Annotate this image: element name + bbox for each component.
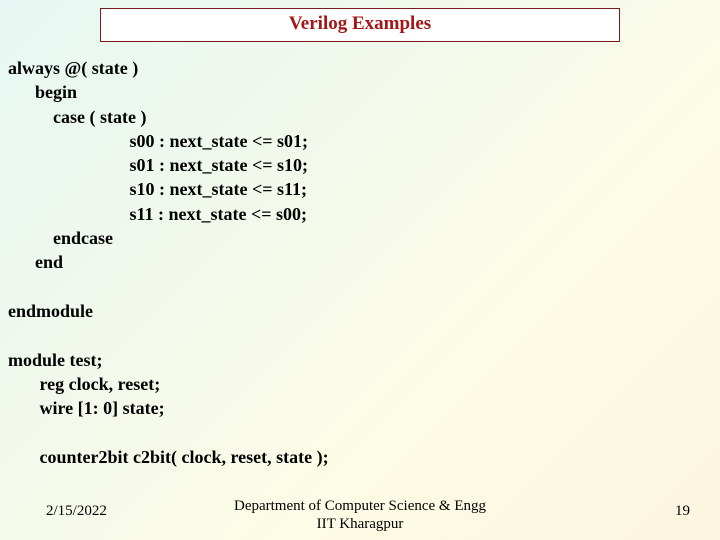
title-box: Verilog Examples xyxy=(100,8,620,42)
footer-line2: IIT Kharagpur xyxy=(317,516,404,532)
slide-title: Verilog Examples xyxy=(289,13,431,34)
code-block: always @( state ) begin case ( state ) s… xyxy=(0,56,720,469)
footer-line1: Department of Computer Science & Engg xyxy=(234,498,486,514)
footer-affiliation: Department of Computer Science & Engg II… xyxy=(0,497,720,535)
footer-page-number: 19 xyxy=(675,503,690,520)
